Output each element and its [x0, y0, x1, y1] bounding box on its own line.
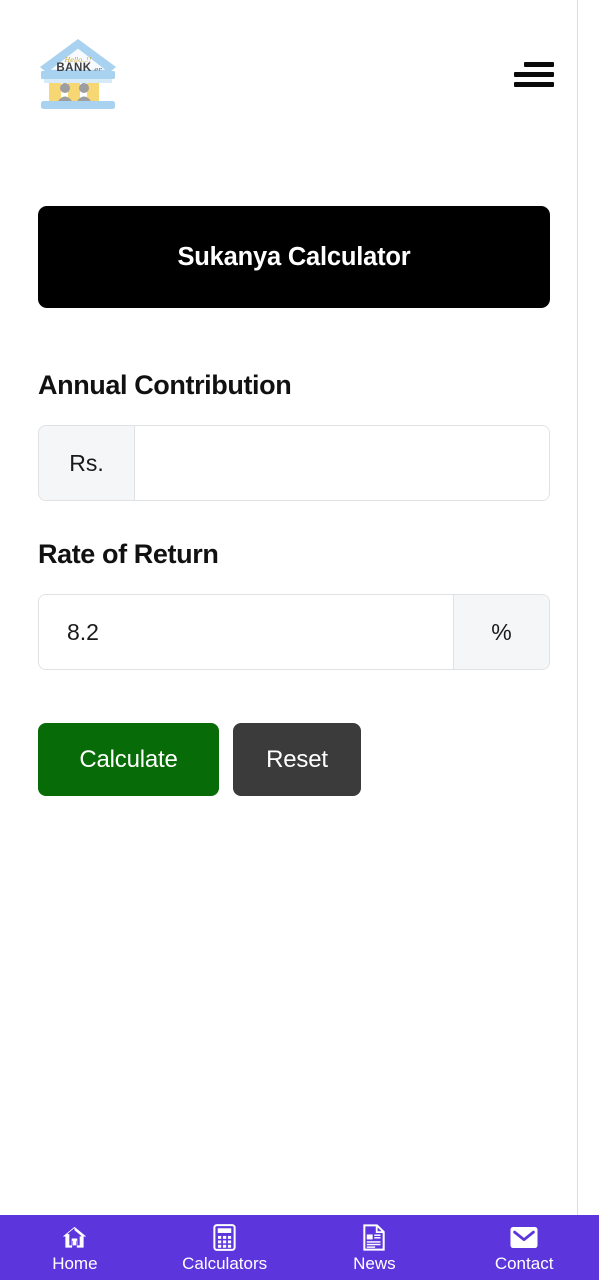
- rate-of-return-input[interactable]: [39, 595, 453, 669]
- page-container: Hello..!! BANK er Sukanya Calculator Ann…: [0, 0, 588, 1280]
- page-scrollbar[interactable]: [577, 0, 588, 1280]
- field-label-rate-of-return: Rate of Return: [38, 539, 219, 569]
- nav-item-news[interactable]: News: [300, 1215, 450, 1280]
- hamburger-bar-top: [524, 61, 554, 67]
- calculator-icon: [211, 1224, 239, 1252]
- bottom-navigation-bar: Home Calculators News Contact: [0, 1215, 599, 1280]
- nav-item-home[interactable]: Home: [0, 1215, 150, 1280]
- calculate-button[interactable]: Calculate: [38, 723, 219, 796]
- input-group-annual-contribution: Rs.: [38, 425, 550, 501]
- field-label-annual-contribution: Annual Contribution: [38, 370, 292, 400]
- main-content: Sukanya Calculator Annual Contribution R…: [0, 206, 588, 796]
- envelope-icon: [510, 1224, 538, 1252]
- field-annual-contribution: Annual Contribution Rs.: [38, 370, 550, 501]
- home-icon: [61, 1224, 89, 1252]
- hamburger-menu-icon[interactable]: [514, 60, 558, 88]
- hamburger-bar-middle: [514, 71, 554, 77]
- hamburger-bar-bottom: [514, 81, 554, 87]
- percent-suffix-addon: %: [453, 595, 549, 669]
- form-actions: Calculate Reset: [38, 723, 550, 796]
- nav-label-calculators: Calculators: [182, 1253, 268, 1273]
- nav-item-contact[interactable]: Contact: [449, 1215, 599, 1280]
- nav-label-home: Home: [52, 1253, 98, 1273]
- site-header: Hello..!! BANK er: [0, 0, 588, 148]
- nav-item-calculators[interactable]: Calculators: [150, 1215, 300, 1280]
- news-document-icon: [360, 1224, 388, 1252]
- bank-building-logo[interactable]: Hello..!! BANK er: [38, 36, 118, 112]
- nav-label-news: News: [353, 1253, 396, 1273]
- input-group-rate-of-return: %: [38, 594, 550, 670]
- annual-contribution-input[interactable]: [135, 426, 549, 500]
- page-title-banner: Sukanya Calculator: [38, 206, 550, 308]
- nav-label-contact: Contact: [494, 1253, 554, 1273]
- field-rate-of-return: Rate of Return %: [38, 539, 550, 670]
- page-title: Sukanya Calculator: [177, 242, 411, 271]
- currency-prefix-addon: Rs.: [39, 426, 135, 500]
- reset-button[interactable]: Reset: [233, 723, 361, 796]
